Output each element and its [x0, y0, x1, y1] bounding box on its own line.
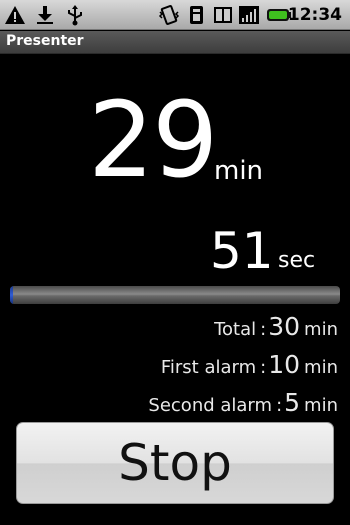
status-clock: 12:34	[287, 5, 342, 25]
total-label: Total	[214, 319, 257, 340]
first-alarm-colon: :	[260, 357, 267, 378]
stop-button[interactable]: Stop	[16, 422, 334, 504]
second-alarm-row: Second alarm : 5 min	[148, 388, 338, 418]
second-alarm-label: Second alarm	[148, 395, 273, 416]
download-icon	[37, 6, 53, 24]
app-title: Presenter	[6, 33, 84, 49]
first-alarm-label: First alarm	[160, 357, 257, 378]
first-alarm-unit: min	[304, 357, 338, 378]
second-alarm-value: 5	[284, 388, 301, 417]
second-alarm-colon: :	[276, 395, 283, 416]
total-row: Total : 30 min	[214, 312, 338, 342]
status-bar: 12:34	[0, 0, 350, 30]
warning-icon	[5, 6, 25, 24]
total-unit: min	[304, 319, 338, 340]
seconds-unit: sec	[278, 248, 316, 273]
signal-icon	[239, 6, 259, 24]
first-alarm-row: First alarm : 10 min	[161, 350, 338, 380]
minutes-value: 29	[88, 79, 218, 201]
seconds-value: 51	[210, 222, 274, 280]
total-colon: :	[260, 319, 267, 340]
total-value: 30	[268, 312, 301, 341]
title-bar: Presenter	[0, 31, 350, 54]
progress-fill	[10, 286, 14, 304]
second-alarm-unit: min	[304, 395, 338, 416]
first-alarm-value: 10	[268, 350, 301, 379]
minutes-unit: min	[214, 156, 264, 186]
usb-icon	[68, 5, 82, 26]
sim-icon	[190, 6, 203, 24]
progress-bar	[10, 286, 340, 304]
vibrate-icon	[158, 5, 180, 25]
phone-icon	[214, 7, 232, 23]
